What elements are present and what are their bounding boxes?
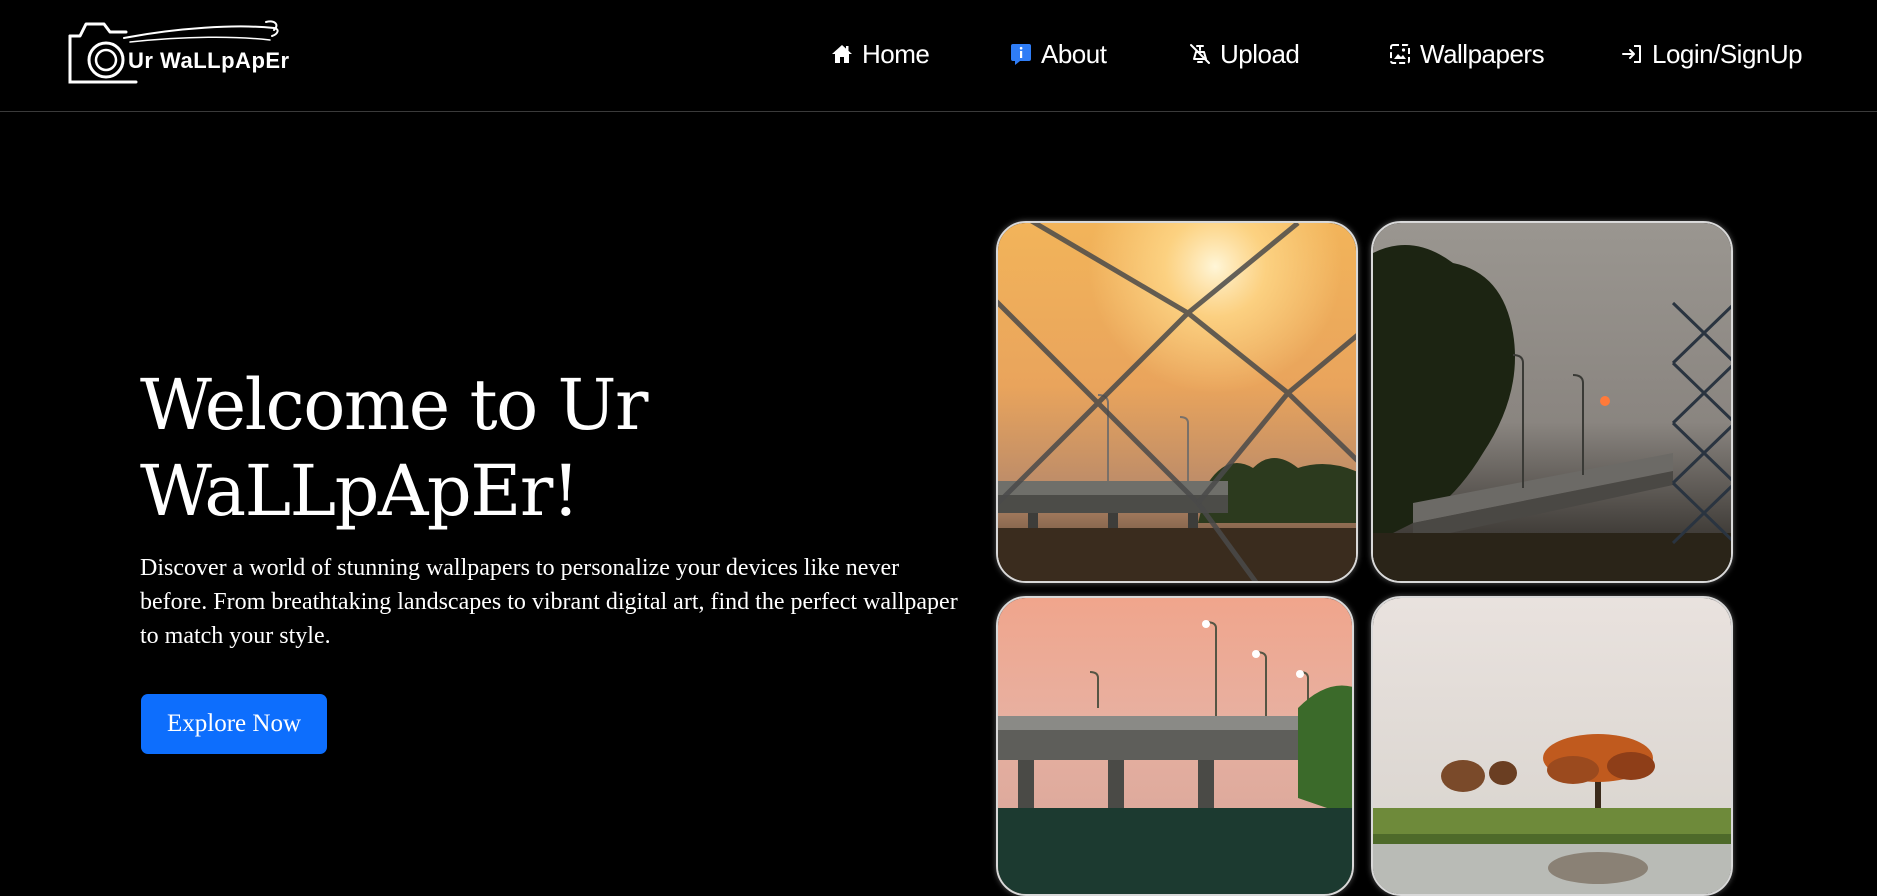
info-icon xyxy=(1007,40,1035,68)
nav-wallpapers-label: Wallpapers xyxy=(1420,38,1545,69)
nav-about[interactable]: About xyxy=(1007,36,1107,72)
brand-name: Ur WaLLpApEr xyxy=(128,48,290,73)
pink-sky-bridge-photo[interactable] xyxy=(996,596,1354,896)
nav-login[interactable]: Login/SignUp xyxy=(1618,36,1803,72)
nav-upload-label: Upload xyxy=(1220,38,1300,69)
home-icon xyxy=(828,40,856,68)
nav-home-label: Home xyxy=(862,38,930,69)
nav-login-label: Login/SignUp xyxy=(1652,38,1803,69)
brand-logo[interactable]: Ur WaLLpApEr xyxy=(66,18,326,90)
explore-now-button[interactable]: Explore Now xyxy=(141,694,327,754)
login-icon xyxy=(1618,40,1646,68)
image-icon xyxy=(1386,40,1414,68)
sunset-fence-bridge-photo[interactable] xyxy=(996,221,1358,583)
dusk-bridge-trees-photo[interactable] xyxy=(1371,221,1733,583)
nav-home[interactable]: Home xyxy=(828,36,930,72)
hero-title: Welcome to Ur WaLLpApEr! xyxy=(140,364,648,532)
hero-description: Discover a world of stunning wallpapers … xyxy=(140,555,958,649)
nav-wallpapers[interactable]: Wallpapers xyxy=(1386,36,1545,72)
nav-about-label: About xyxy=(1041,38,1107,69)
navbar: Ur WaLLpApEr Home About Upload Wallpaper… xyxy=(0,0,1877,112)
upload-icon xyxy=(1186,40,1214,68)
nav-upload[interactable]: Upload xyxy=(1186,36,1300,72)
tree-lake-photo[interactable] xyxy=(1371,596,1733,896)
